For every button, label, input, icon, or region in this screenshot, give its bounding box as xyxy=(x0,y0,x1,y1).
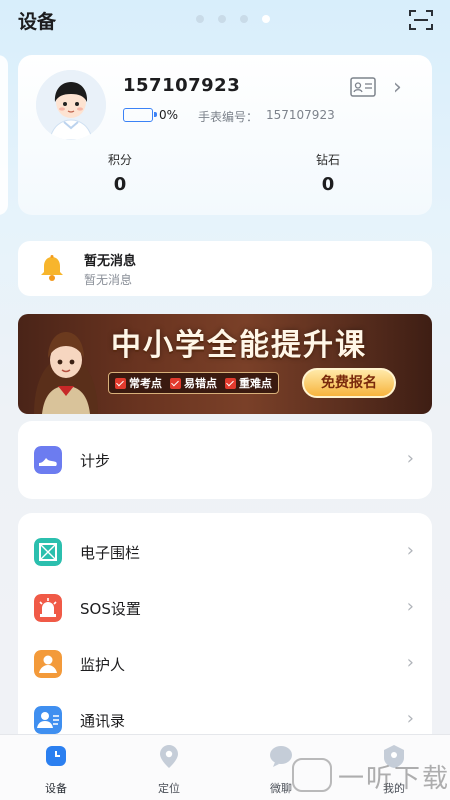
banner-tag: 重难点 xyxy=(225,375,272,391)
step-card: 计步 › xyxy=(18,421,432,499)
chevron-right-icon: › xyxy=(406,652,414,673)
page-title: 设备 xyxy=(18,11,57,33)
menu-item-fence[interactable]: 电子围栏 › xyxy=(18,524,432,580)
promo-banner[interactable]: 中小学全能提升课 常考点 易错点 重难点 免费报名 xyxy=(18,314,432,414)
chevron-right-icon: › xyxy=(406,708,414,729)
check-icon xyxy=(225,377,236,389)
banner-headline: 中小学全能提升课 xyxy=(111,328,367,363)
free-signup-button[interactable]: 免费报名 xyxy=(302,368,396,398)
watermark-logo xyxy=(292,758,332,792)
menu-item-sos[interactable]: SOS设置 › xyxy=(18,580,432,636)
banner-tags: 常考点 易错点 重难点 xyxy=(108,372,279,394)
avatar xyxy=(36,70,106,140)
top-bar: 设备 xyxy=(0,0,450,40)
battery-percent: 0% xyxy=(159,108,179,122)
step-label: 计步 xyxy=(80,452,111,470)
tab-label: 设备 xyxy=(45,782,67,795)
tab-location[interactable]: 定位 xyxy=(139,743,199,796)
chevron-right-icon: › xyxy=(406,448,414,469)
menu-label: 监护人 xyxy=(80,656,126,674)
alarm-icon xyxy=(34,594,62,622)
message-title: 暂无消息 xyxy=(84,254,137,269)
fence-icon xyxy=(34,538,62,566)
bell-icon xyxy=(41,255,63,281)
location-pin-icon xyxy=(160,745,178,768)
tab-label: 定位 xyxy=(158,782,180,795)
banner-tag: 易错点 xyxy=(170,375,217,391)
menu-label: SOS设置 xyxy=(80,600,141,618)
shoe-icon xyxy=(34,446,62,474)
menu-label: 通讯录 xyxy=(80,712,126,730)
menu-label: 电子围栏 xyxy=(80,544,141,562)
page-indicator xyxy=(196,15,270,23)
diamonds-value: 0 xyxy=(321,174,335,195)
message-subtitle: 暂无消息 xyxy=(84,273,133,287)
chevron-right-icon[interactable]: › xyxy=(393,75,402,100)
device-name: 157107923 xyxy=(123,75,241,96)
points-stat[interactable]: 积分 0 xyxy=(90,151,150,195)
previous-device-card-edge[interactable] xyxy=(0,55,8,215)
message-card[interactable]: 暂无消息 暂无消息 xyxy=(18,241,432,296)
page-dot[interactable] xyxy=(218,15,226,23)
watch-icon xyxy=(46,746,66,766)
chevron-right-icon: › xyxy=(406,596,414,617)
page-dot-active[interactable] xyxy=(262,15,270,23)
page-dot[interactable] xyxy=(196,15,204,23)
watermark: 一听下载 xyxy=(338,764,450,794)
points-value: 0 xyxy=(113,174,127,195)
id-card-icon[interactable] xyxy=(350,77,376,97)
diamonds-stat[interactable]: 钻石 0 xyxy=(298,151,358,195)
guardian-icon xyxy=(34,650,62,678)
settings-menu-card: 电子围栏 › SOS设置 › 监护人 › 通讯录 › xyxy=(18,513,432,753)
banner-tag: 常考点 xyxy=(115,375,162,391)
student-illustration xyxy=(34,332,98,414)
check-icon xyxy=(170,377,181,389)
menu-item-step[interactable]: 计步 › xyxy=(18,432,432,488)
scan-icon[interactable] xyxy=(409,9,433,31)
menu-item-guardian[interactable]: 监护人 › xyxy=(18,636,432,692)
check-icon xyxy=(115,377,126,389)
watch-number-label: 手表编号： xyxy=(198,110,259,124)
device-profile-card[interactable]: 157107923 › 0% 手表编号： 157107923 积分 0 钻石 0 xyxy=(18,55,432,215)
page-dot[interactable] xyxy=(240,15,248,23)
battery-icon xyxy=(123,108,157,122)
watch-number: 157107923 xyxy=(266,108,335,122)
contacts-icon xyxy=(34,706,62,734)
chat-icon xyxy=(270,746,292,767)
diamonds-label: 钻石 xyxy=(315,153,340,167)
points-label: 积分 xyxy=(107,153,132,167)
tab-device[interactable]: 设备 xyxy=(26,743,86,796)
chevron-right-icon: › xyxy=(406,540,414,561)
